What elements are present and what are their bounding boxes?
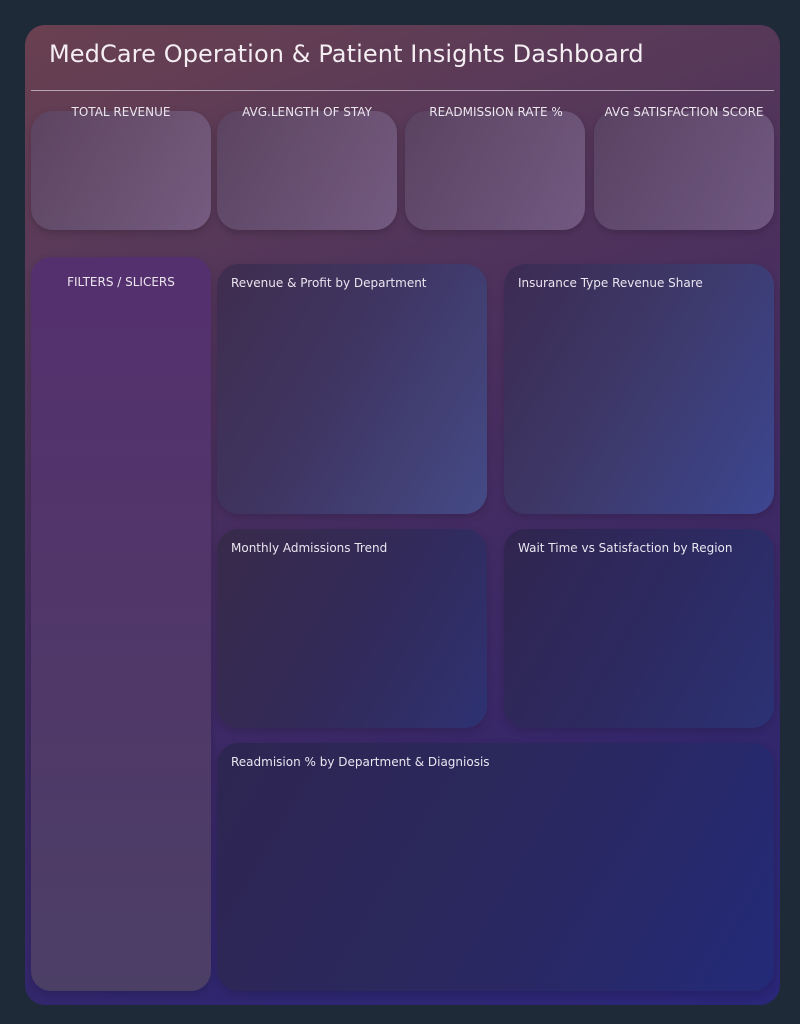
kpi-card-total-revenue[interactable] [31, 111, 211, 230]
chart-title-revenue-profit: Revenue & Profit by Department [231, 276, 427, 290]
kpi-label-total-revenue: TOTAL REVENUE [71, 105, 171, 119]
chart-title-monthly-admissions: Monthly Admissions Trend [231, 541, 388, 555]
chart-card-wait-time-satisfaction[interactable]: Wait Time vs Satisfaction by Region [504, 529, 774, 728]
kpi-label-avg-length-of-stay: AVG.LENGTH OF STAY [242, 105, 372, 119]
dashboard-title: MedCare Operation & Patient Insights Das… [49, 40, 644, 68]
kpi-card-avg-satisfaction[interactable] [594, 111, 774, 230]
chart-card-readmission-department[interactable]: Readmision % by Department & Diagniosis [217, 743, 774, 991]
title-divider [31, 90, 774, 91]
chart-title-wait-time-satisfaction: Wait Time vs Satisfaction by Region [518, 541, 733, 555]
chart-card-insurance-share[interactable]: Insurance Type Revenue Share [504, 264, 774, 514]
chart-title-insurance-share: Insurance Type Revenue Share [518, 276, 703, 290]
dashboard-canvas: MedCare Operation & Patient Insights Das… [0, 0, 800, 1024]
filters-panel[interactable]: FILTERS / SLICERS [31, 257, 211, 991]
dashboard-panel: MedCare Operation & Patient Insights Das… [25, 25, 780, 1005]
kpi-card-readmission-rate[interactable] [405, 111, 585, 230]
filters-label: FILTERS / SLICERS [67, 275, 175, 289]
kpi-label-readmission-rate: READMISSION RATE % [429, 105, 563, 119]
kpi-card-avg-length-of-stay[interactable] [217, 111, 397, 230]
chart-title-readmission-department: Readmision % by Department & Diagniosis [231, 755, 490, 769]
kpi-label-avg-satisfaction: AVG SATISFACTION SCORE [604, 105, 764, 119]
chart-card-monthly-admissions[interactable]: Monthly Admissions Trend [217, 529, 487, 728]
chart-card-revenue-profit[interactable]: Revenue & Profit by Department [217, 264, 487, 514]
